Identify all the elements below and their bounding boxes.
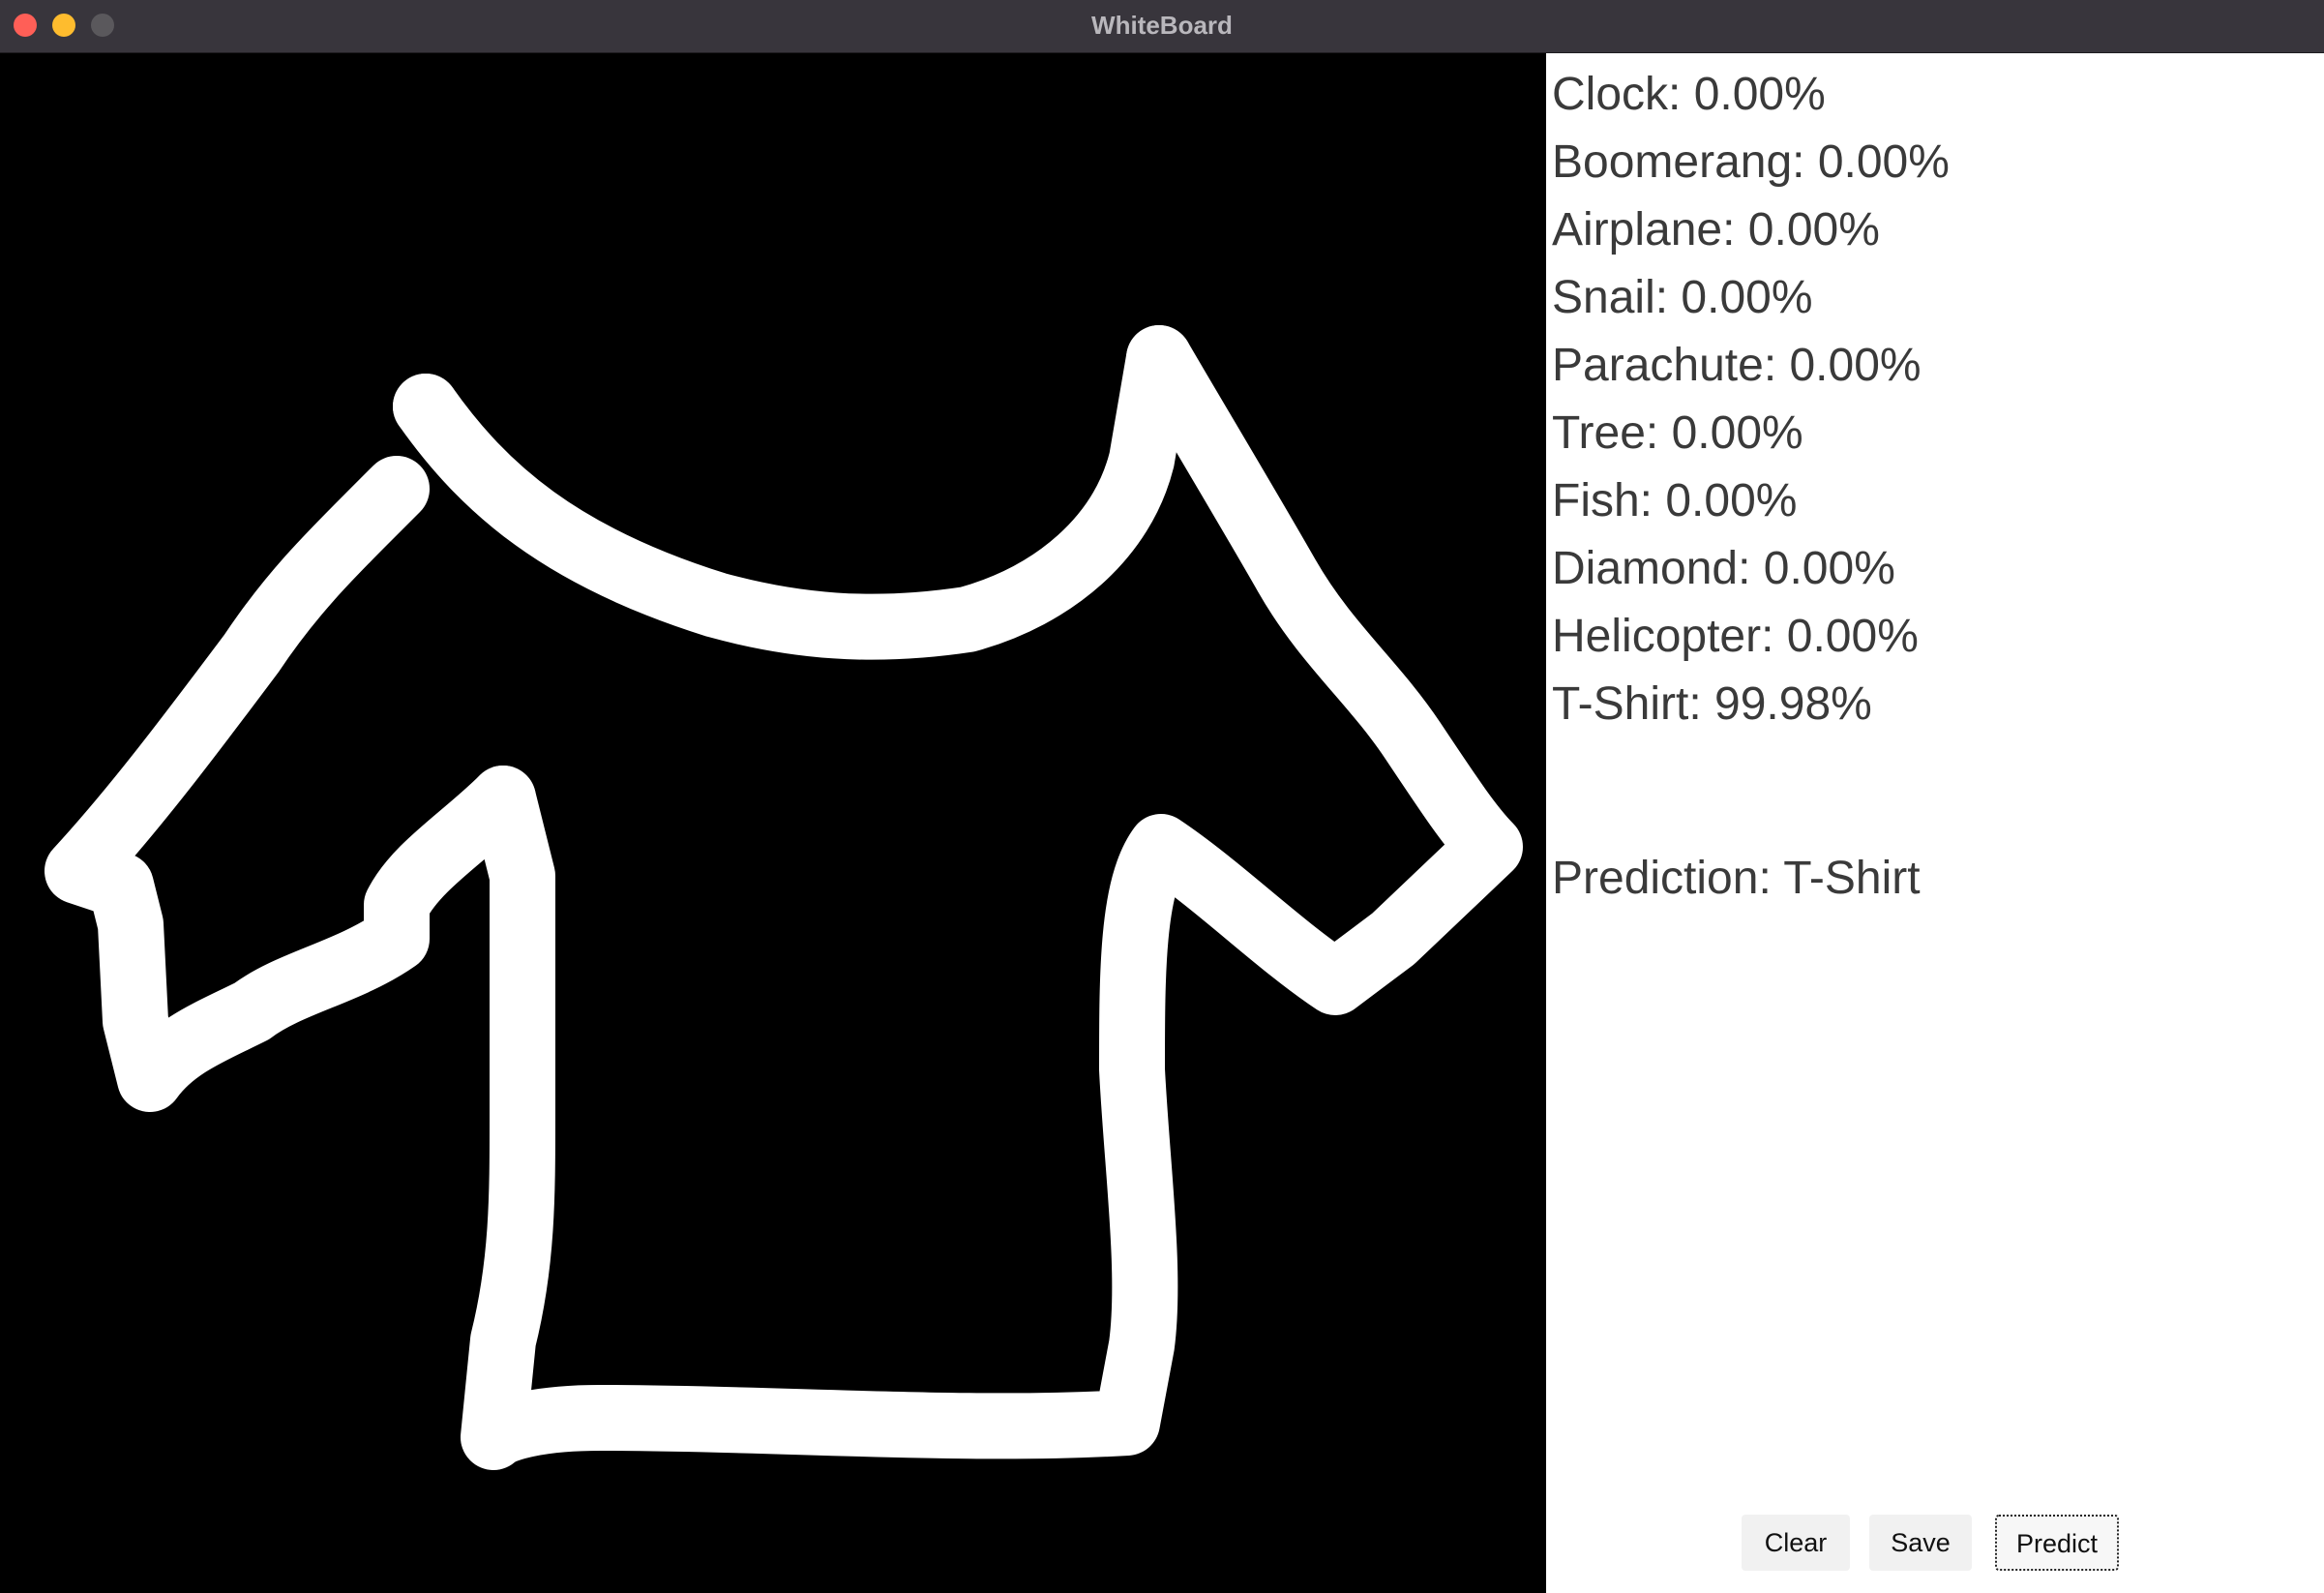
score-helicopter: Helicopter: 0.00% [1552,611,1919,662]
score-snail: Snail: 0.00% [1552,272,1813,323]
stroke-end-dot [393,374,459,439]
window-title: WhiteBoard [1091,11,1233,40]
score-clock: Clock: 0.00% [1552,69,1826,120]
score-boomerang: Boomerang: 0.00% [1552,136,1950,188]
results-panel: Clock: 0.00% Boomerang: 0.00% Airplane: … [1546,53,2324,1593]
save-button[interactable]: Save [1869,1515,1972,1571]
stroke-end-dot [1126,325,1192,391]
stroke-end-dot [470,766,536,831]
clear-button[interactable]: Clear [1742,1515,1850,1571]
score-tree: Tree: 0.00% [1552,407,1803,459]
class-score-list: Clock: 0.00% Boomerang: 0.00% Airplane: … [1552,61,1950,738]
whiteboard-window: WhiteBoard Clock: 0.00% Boomerang: 0.00%… [0,0,2324,1593]
drawing-canvas[interactable] [0,53,1546,1593]
predict-button[interactable]: Predict [1995,1515,2119,1571]
score-fish: Fish: 0.00% [1552,475,1798,526]
score-airplane: Airplane: 0.00% [1552,204,1880,255]
t-shirt-stroke [45,325,1523,1470]
drawing-surface[interactable] [0,53,1546,1593]
score-parachute: Parachute: 0.00% [1552,340,1922,391]
score-t-shirt: T-Shirt: 99.98% [1552,678,1872,730]
title-bar[interactable]: WhiteBoard [0,0,2324,53]
score-diamond: Diamond: 0.00% [1552,543,1895,594]
prediction-label: Prediction: T-Shirt [1552,853,1921,904]
